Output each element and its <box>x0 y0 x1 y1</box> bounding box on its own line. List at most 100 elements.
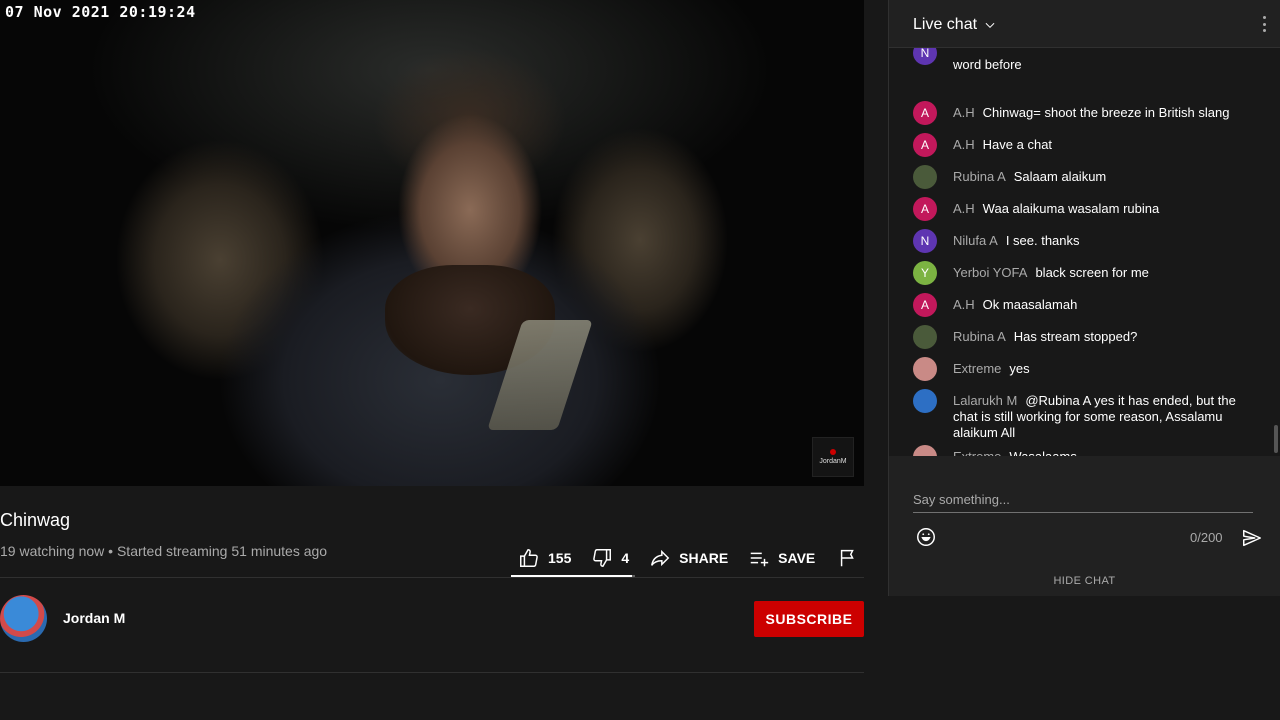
chat-message-body: A.H Ok maasalamah <box>953 293 1077 317</box>
chat-message[interactable]: A A.H Have a chat <box>913 133 1240 157</box>
video-frame <box>0 0 864 486</box>
chat-author-avatar[interactable]: N <box>913 48 937 65</box>
video-actions: 155 4 SHARE SAVE <box>510 540 859 576</box>
live-chat-panel: Live chat Nword before A A.H Chinwag= shoot… <box>888 0 1280 596</box>
chat-author-name[interactable]: Lalarukh M <box>953 393 1017 408</box>
chat-message-body: A.H Have a chat <box>953 133 1052 157</box>
chat-message[interactable]: N Nilufa A I see. thanks <box>913 229 1240 253</box>
like-button[interactable]: 155 <box>518 547 571 569</box>
chat-author-avatar[interactable]: A <box>913 101 937 125</box>
chat-header: Live chat <box>889 0 1280 48</box>
chat-author-avatar[interactable]: N <box>913 229 937 253</box>
watermark-label: JordanM <box>819 458 847 465</box>
subscribe-button[interactable]: SUBSCRIBE <box>754 601 864 637</box>
chevron-down-icon <box>985 22 995 28</box>
chat-author-name[interactable]: Rubina A <box>953 169 1006 184</box>
vertical-dots-icon[interactable] <box>1262 16 1266 32</box>
chat-message-text: Have a chat <box>982 137 1053 152</box>
chat-author-name[interactable]: A.H <box>953 297 975 312</box>
chat-message[interactable]: Rubina A Has stream stopped? <box>913 325 1240 349</box>
divider <box>0 577 864 578</box>
chat-message-body: word before <box>953 53 1022 73</box>
chat-author-avatar[interactable] <box>913 357 937 381</box>
share-button[interactable]: SHARE <box>649 547 728 569</box>
chat-message-body: A.H Chinwag= shoot the breeze in British … <box>953 101 1229 125</box>
chat-message-text: Chinwag= shoot the breeze in British sla… <box>982 105 1230 120</box>
chat-author-name[interactable]: A.H <box>953 137 975 152</box>
thumbs-down-icon <box>593 549 612 567</box>
smiley-icon[interactable] <box>915 526 937 548</box>
chat-message[interactable]: Lalarukh M @Rubina A yes it has ended, bu… <box>913 389 1240 441</box>
chat-message-text: Has stream stopped? <box>1013 329 1138 344</box>
like-count: 155 <box>548 550 572 566</box>
chat-input-area: Say something... 0/200 HIDE CHAT <box>889 456 1280 596</box>
video-meta: 19 watching now • Started streaming 51 m… <box>0 543 328 559</box>
chat-message-text: Wasalaams <box>1009 449 1076 456</box>
video-title: Chinwag <box>0 510 71 530</box>
chat-message-text: Waa alaikuma wasalam rubina <box>982 201 1160 216</box>
chat-author-name[interactable]: Yerboi YOFA <box>953 265 1027 280</box>
chat-scrollbar[interactable] <box>1274 425 1278 453</box>
chat-message-text: Ok maasalamah <box>982 297 1078 312</box>
divider <box>0 672 864 673</box>
chat-message-text: black screen for me <box>1035 265 1149 280</box>
dislike-count: 4 <box>621 550 630 566</box>
chat-author-name[interactable]: A.H <box>953 201 975 216</box>
chat-author-avatar[interactable]: A <box>913 133 937 157</box>
video-player[interactable]: 07 Nov 2021 20:19:24 JordanM <box>0 0 864 486</box>
chat-author-name[interactable]: Rubina A <box>953 329 1006 344</box>
chat-message-text: I see. thanks <box>1005 233 1080 248</box>
chat-author-name[interactable]: Extreme <box>953 361 1001 376</box>
chat-message[interactable]: Rubina A Salaam alaikum <box>913 165 1240 189</box>
chat-message[interactable]: Extreme yes <box>913 357 1240 381</box>
watermark-logo-icon <box>830 449 836 455</box>
chat-title: Live chat <box>913 16 978 33</box>
hide-chat-button[interactable]: HIDE CHAT <box>889 575 1280 587</box>
share-label: SHARE <box>679 550 729 566</box>
flag-icon <box>841 549 855 567</box>
chat-message-body: Lalarukh M @Rubina A yes it has ended, bu… <box>953 389 1240 441</box>
chat-author-avatar[interactable] <box>913 389 937 413</box>
chat-message[interactable]: Y Yerboi YOFA black screen for me <box>913 261 1240 285</box>
save-label: SAVE <box>778 550 816 566</box>
chat-author-name[interactable]: A.H <box>953 105 975 120</box>
char-counter: 0/200 <box>1190 530 1223 545</box>
chat-author-avatar[interactable]: A <box>913 293 937 317</box>
chat-author-avatar[interactable]: Y <box>913 261 937 285</box>
chat-author-name[interactable]: Nilufa A <box>953 233 998 248</box>
chat-message-body: Rubina A Salaam alaikum <box>953 165 1106 189</box>
chat-author-avatar[interactable]: A <box>913 197 937 221</box>
chat-message[interactable]: A A.H Chinwag= shoot the breeze in British… <box>913 101 1240 125</box>
channel-avatar[interactable] <box>0 595 47 642</box>
chat-message-list[interactable]: Nword before A A.H Chinwag= shoot the breez… <box>889 48 1280 456</box>
chat-message[interactable]: A A.H Waa alaikuma wasalam rubina <box>913 197 1240 221</box>
save-button[interactable]: SAVE <box>748 547 815 569</box>
playlist-add-icon <box>750 552 769 567</box>
chat-author-name[interactable]: Extreme <box>953 449 1001 456</box>
send-arrow-icon[interactable] <box>1241 527 1263 549</box>
chat-mode-dropdown[interactable]: Live chat <box>913 16 997 34</box>
chat-message-body: A.H Waa alaikuma wasalam rubina <box>953 197 1159 221</box>
chat-message[interactable]: Nword before <box>913 48 1240 73</box>
chat-message-body: Nilufa A I see. thanks <box>953 229 1080 253</box>
chat-message[interactable]: A A.H Ok maasalamah <box>913 293 1240 317</box>
chat-message-body: Extreme yes <box>953 357 1030 381</box>
channel-name[interactable]: Jordan M <box>63 610 125 626</box>
share-arrow-icon <box>651 549 670 567</box>
thumbs-up-icon <box>520 549 538 567</box>
chat-author-avatar[interactable] <box>913 165 937 189</box>
chat-message[interactable]: Extreme Wasalaams <box>913 445 1240 456</box>
chat-message-body: Rubina A Has stream stopped? <box>953 325 1137 349</box>
chat-message-body: Extreme Wasalaams <box>953 445 1077 456</box>
chat-message-input[interactable]: Say something... <box>913 492 1253 513</box>
report-button[interactable] <box>837 547 859 569</box>
video-timestamp: 07 Nov 2021 20:19:24 <box>5 3 196 21</box>
chat-author-avatar[interactable] <box>913 325 937 349</box>
channel-watermark[interactable]: JordanM <box>812 437 854 477</box>
chat-message-text: Salaam alaikum <box>1013 169 1107 184</box>
chat-message-body: Yerboi YOFA black screen for me <box>953 261 1149 285</box>
chat-message-text: word before <box>953 57 1022 72</box>
chat-author-avatar[interactable] <box>913 445 937 456</box>
dislike-button[interactable]: 4 <box>591 547 629 569</box>
chat-message-text: yes <box>1009 361 1030 376</box>
